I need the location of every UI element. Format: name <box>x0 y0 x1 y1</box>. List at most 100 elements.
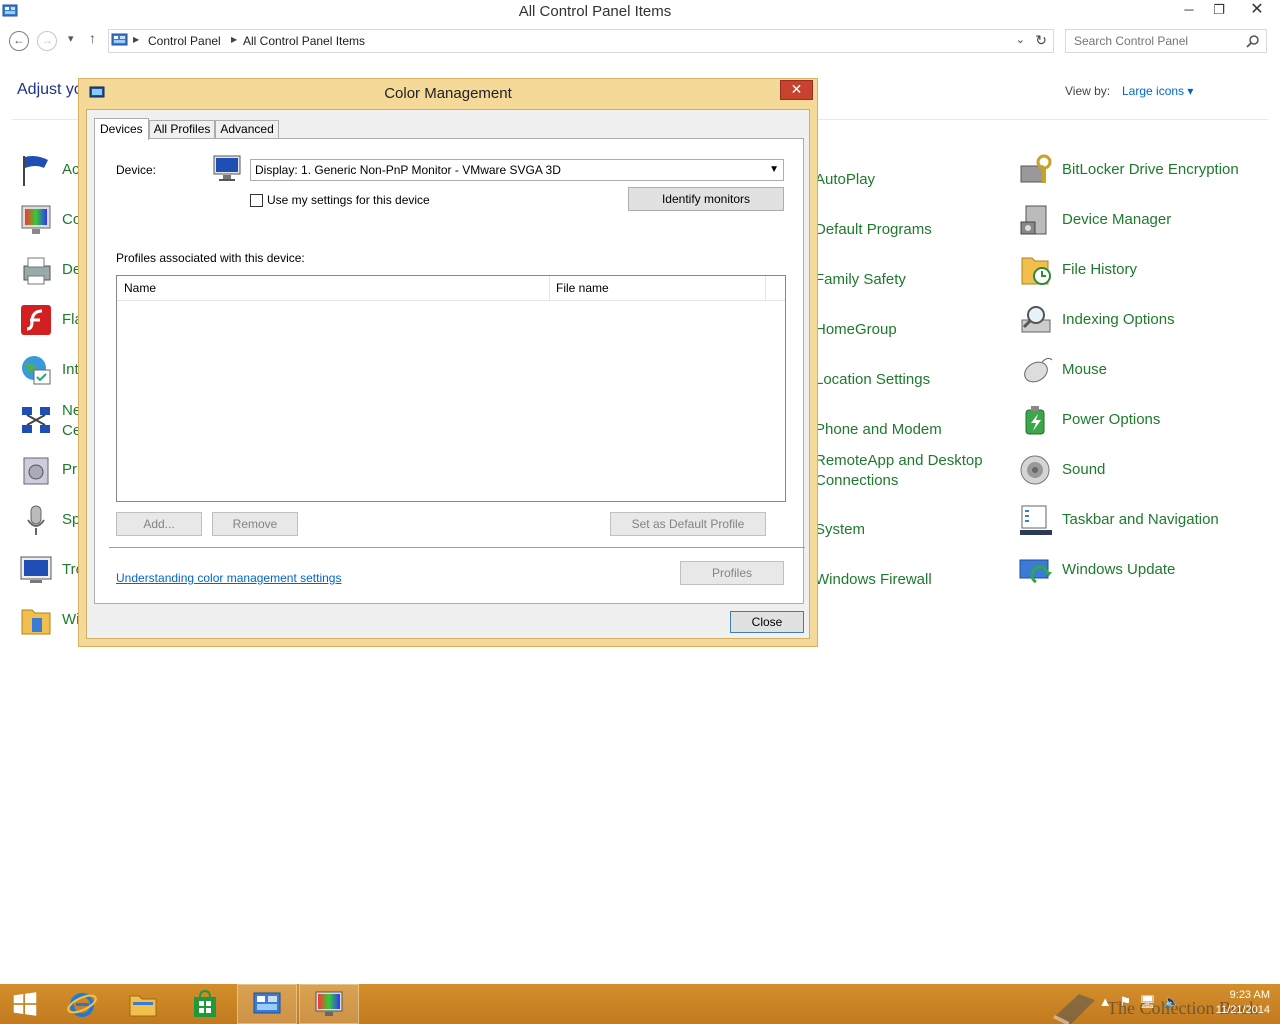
cp-item-indexing-options[interactable]: Indexing Options <box>1018 300 1175 340</box>
dialog-title-bar[interactable]: Color Management ✕ <box>79 79 817 109</box>
tab-all-profiles[interactable]: All Profiles <box>148 120 216 139</box>
taskbar-icon <box>1020 505 1052 535</box>
cp-item-remoteapp[interactable]: RemoteApp and Desktop Connections <box>815 450 983 492</box>
system-tray: ▲ ⚑ 🖥 🔈 <box>1099 994 1180 1010</box>
color-management-help-link[interactable]: Understanding color management settings <box>116 571 341 585</box>
forward-button[interactable]: → <box>37 31 57 51</box>
cp-item-bitlocker[interactable]: BitLocker Drive Encryption <box>1018 150 1239 190</box>
address-bar[interactable]: ▶ Control Panel ▶ All Control Panel Item… <box>108 29 1054 53</box>
remove-button[interactable]: Remove <box>212 512 298 536</box>
view-by-label: View by: <box>1065 84 1111 98</box>
cp-item-phone-modem[interactable]: Phone and Modem <box>815 410 942 450</box>
cp-item-label: BitLocker Drive Encryption <box>1062 161 1239 178</box>
cp-item-network-sharing[interactable]: Ne Ce <box>18 400 81 442</box>
file-history-icon <box>1021 257 1051 285</box>
cp-item-work-folders[interactable]: Wi <box>18 600 80 640</box>
cp-item-devices-printers[interactable]: De <box>18 250 81 290</box>
dialog-body: Devices All Profiles Advanced Device: Di… <box>86 109 810 639</box>
cp-item-label: Windows Update <box>1062 561 1176 578</box>
action-center-flag-icon[interactable]: ⚑ <box>1120 994 1132 1010</box>
close-button[interactable]: Close <box>730 611 804 633</box>
column-divider[interactable] <box>765 276 766 301</box>
back-button[interactable]: ← <box>9 31 29 51</box>
close-window-button[interactable]: ✕ <box>1234 0 1280 22</box>
file-explorer-icon <box>129 995 157 1017</box>
cp-item-windows-update[interactable]: Windows Update <box>1018 550 1175 590</box>
device-select[interactable]: Display: 1. Generic Non-PnP Monitor - VM… <box>250 159 784 181</box>
cp-item-homegroup[interactable]: HomeGroup <box>815 310 897 350</box>
cp-item-label: File History <box>1062 261 1138 278</box>
internet-explorer-icon <box>67 993 97 1017</box>
cp-item-location-settings[interactable]: Location Settings <box>815 360 930 400</box>
cp-item-file-history[interactable]: File History <box>1018 250 1137 290</box>
dropdown-arrow-icon[interactable]: ▼ <box>769 160 779 180</box>
view-by-dropdown[interactable]: Large icons ▾ <box>1122 84 1193 98</box>
maximize-button[interactable]: ❐ <box>1204 0 1234 22</box>
search-box[interactable] <box>1065 29 1267 53</box>
cp-item-internet-options[interactable]: Int <box>18 350 79 390</box>
checkbox-label: Use my settings for this device <box>267 193 430 207</box>
use-my-settings-checkbox[interactable]: Use my settings for this device <box>250 193 430 207</box>
globe-icon <box>22 356 51 385</box>
column-divider[interactable] <box>549 276 550 301</box>
set-default-profile-button[interactable]: Set as Default Profile <box>610 512 766 536</box>
cp-item-color-management[interactable]: Co <box>18 200 81 240</box>
column-header-file-name[interactable]: File name <box>556 281 609 295</box>
taskbar-internet-explorer[interactable] <box>52 984 112 1024</box>
cp-item-default-programs[interactable]: Default Programs <box>815 210 932 250</box>
recent-locations-button[interactable]: ▾ <box>68 32 74 45</box>
cp-item-family-safety[interactable]: Family Safety <box>815 260 906 300</box>
profiles-button[interactable]: Profiles <box>680 561 784 585</box>
tab-devices[interactable]: Devices <box>94 118 149 140</box>
cp-item-flash-player[interactable]: Fla <box>18 300 83 340</box>
power-battery-icon <box>1025 406 1045 435</box>
breadcrumb-control-panel[interactable]: Control Panel <box>148 34 221 48</box>
refresh-button[interactable]: ↻ <box>1035 32 1047 49</box>
search-icon[interactable] <box>1246 34 1260 48</box>
clock[interactable]: 9:23 AM 11/21/2014 <box>1200 988 1270 1018</box>
show-hidden-icons-icon[interactable]: ▲ <box>1099 994 1112 1010</box>
taskbar-file-explorer[interactable] <box>113 984 173 1024</box>
dialog-title: Color Management <box>384 85 512 102</box>
breadcrumb-all-items[interactable]: All Control Panel Items <box>243 34 365 48</box>
clock-date: 11/21/2014 <box>1215 1004 1270 1016</box>
dialog-close-icon[interactable]: ✕ <box>780 80 813 100</box>
cp-item-action-center[interactable]: Ac <box>18 150 80 190</box>
add-button[interactable]: Add... <box>116 512 202 536</box>
clock-time: 9:23 AM <box>1229 989 1270 1001</box>
title-bar: All Control Panel Items ─ ❐ ✕ <box>0 0 1280 26</box>
network-icon[interactable]: 🖥 <box>1139 994 1156 1010</box>
taskbar-color-management[interactable] <box>299 984 359 1024</box>
troubleshoot-monitor-icon <box>20 556 52 583</box>
cp-item-device-manager[interactable]: Device Manager <box>1018 200 1171 240</box>
column-header-name[interactable]: Name <box>124 281 156 295</box>
cp-item-taskbar-navigation[interactable]: Taskbar and Navigation <box>1018 500 1219 540</box>
identify-monitors-button[interactable]: Identify monitors <box>628 187 784 211</box>
search-input[interactable] <box>1066 30 1236 52</box>
cp-item-programs-features[interactable]: Pr <box>18 450 77 490</box>
cp-item-windows-firewall[interactable]: Windows Firewall <box>815 560 932 600</box>
cp-item-troubleshooting[interactable]: Tro <box>18 550 84 590</box>
breadcrumb-separator[interactable]: ▶ <box>231 35 237 44</box>
cp-item-sound[interactable]: Sound <box>1018 450 1105 490</box>
address-dropdown-button[interactable]: ⌄ <box>1016 33 1025 46</box>
cp-item-power-options[interactable]: Power Options <box>1018 400 1160 440</box>
checkbox-box[interactable] <box>250 193 263 207</box>
cp-item-label: Phone and Modem <box>815 421 942 438</box>
cp-item-label: HomeGroup <box>815 321 897 338</box>
minimize-button[interactable]: ─ <box>1174 0 1204 22</box>
up-button[interactable]: ↑ <box>89 30 96 46</box>
breadcrumb-separator[interactable]: ▶ <box>133 35 139 44</box>
taskbar-store[interactable] <box>175 984 235 1024</box>
cp-item-mouse[interactable]: Mouse <box>1018 350 1107 390</box>
volume-icon[interactable]: 🔈 <box>1164 994 1180 1010</box>
tab-advanced[interactable]: Advanced <box>215 120 279 139</box>
cp-item-speech-recognition[interactable]: Sp <box>18 500 80 540</box>
taskbar-control-panel[interactable] <box>237 984 297 1024</box>
cp-item-label: Default Programs <box>815 221 932 238</box>
cp-item-autoplay[interactable]: AutoPlay <box>815 160 875 200</box>
start-button[interactable] <box>0 984 50 1024</box>
profiles-list[interactable]: Name File name <box>116 275 786 502</box>
cp-item-label: Ac <box>62 161 80 178</box>
cp-item-system[interactable]: System <box>815 510 865 550</box>
